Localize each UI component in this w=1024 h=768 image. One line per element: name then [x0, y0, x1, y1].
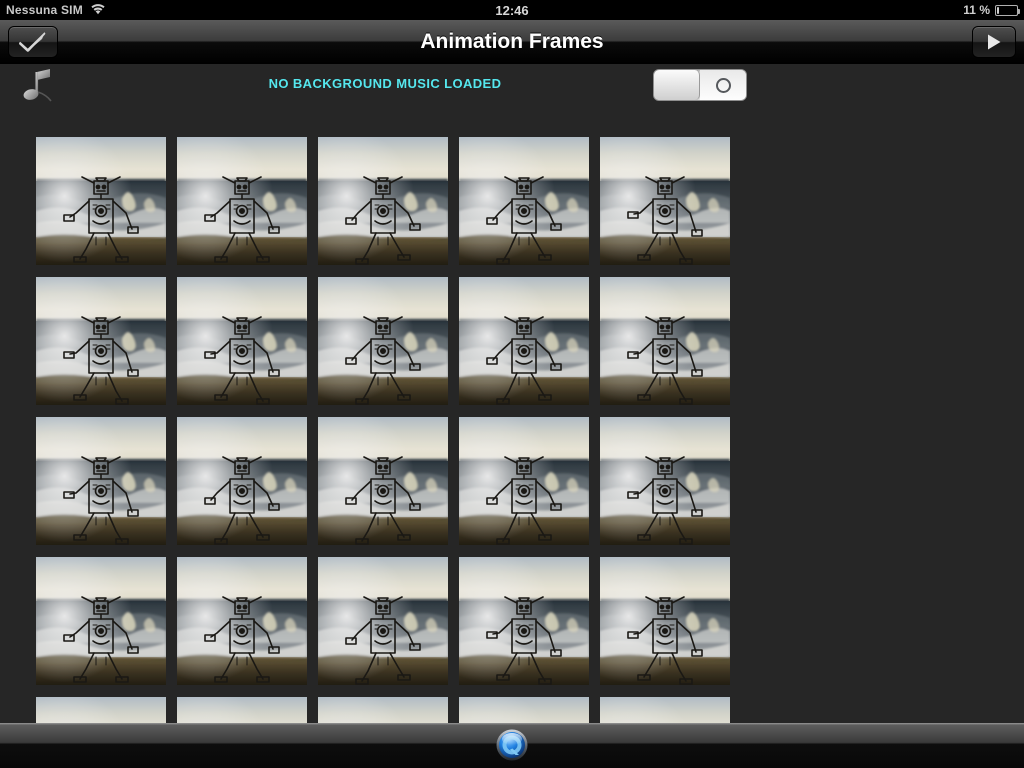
- quicktime-button[interactable]: [495, 728, 529, 767]
- animation-frame-thumbnail[interactable]: [318, 697, 448, 723]
- animation-frame-thumbnail[interactable]: [36, 137, 166, 265]
- animation-frame-thumbnail[interactable]: [600, 417, 730, 545]
- toggle-off-icon: [715, 77, 731, 93]
- app-window: Nessuna SIM 12:46 11 % Animation Frames …: [0, 0, 1024, 768]
- navigation-bar: Animation Frames: [0, 20, 1024, 64]
- page-title: Animation Frames: [420, 30, 604, 53]
- animation-frame-thumbnail[interactable]: [600, 557, 730, 685]
- animation-frame-thumbnail[interactable]: [600, 137, 730, 265]
- animation-frame-thumbnail[interactable]: [459, 417, 589, 545]
- animation-frames-grid[interactable]: [36, 137, 736, 723]
- animation-frame-thumbnail[interactable]: [36, 557, 166, 685]
- animation-frame-thumbnail[interactable]: [459, 697, 589, 723]
- quicktime-icon: [496, 729, 528, 761]
- animation-frame-thumbnail[interactable]: [177, 277, 307, 405]
- background-music-bar: NO BACKGROUND MUSIC LOADED: [0, 64, 1024, 108]
- music-status-label: NO BACKGROUND MUSIC LOADED: [268, 76, 502, 91]
- animation-frame-thumbnail[interactable]: [318, 417, 448, 545]
- animation-frame-thumbnail[interactable]: [177, 137, 307, 265]
- animation-frame-thumbnail[interactable]: [318, 277, 448, 405]
- play-icon: [985, 33, 1003, 51]
- animation-frame-thumbnail[interactable]: [318, 137, 448, 265]
- play-button[interactable]: [972, 26, 1016, 58]
- clock-label: 12:46: [495, 2, 529, 18]
- status-bar: Nessuna SIM 12:46 11 %: [0, 0, 1024, 20]
- status-bar-right: 11 %: [963, 3, 1020, 17]
- animation-frame-thumbnail[interactable]: [177, 417, 307, 545]
- animation-frame-thumbnail[interactable]: [600, 277, 730, 405]
- bottom-toolbar: [0, 723, 1024, 768]
- animation-frame-thumbnail[interactable]: [318, 557, 448, 685]
- animation-frame-thumbnail[interactable]: [36, 417, 166, 545]
- animation-frame-thumbnail[interactable]: [36, 697, 166, 723]
- animation-frame-thumbnail[interactable]: [177, 557, 307, 685]
- animation-frame-thumbnail[interactable]: [459, 137, 589, 265]
- animation-frame-thumbnail[interactable]: [600, 697, 730, 723]
- toggle-knob: [654, 70, 700, 100]
- animation-frame-thumbnail[interactable]: [177, 697, 307, 723]
- music-note-icon[interactable]: [20, 68, 60, 111]
- battery-icon: [995, 4, 1020, 16]
- background-music-toggle[interactable]: [653, 69, 747, 101]
- toggle-off-track: [700, 70, 746, 100]
- battery-percent-label: 11 %: [963, 3, 990, 17]
- animation-frame-thumbnail[interactable]: [459, 557, 589, 685]
- animation-frame-thumbnail[interactable]: [459, 277, 589, 405]
- animation-frame-thumbnail[interactable]: [36, 277, 166, 405]
